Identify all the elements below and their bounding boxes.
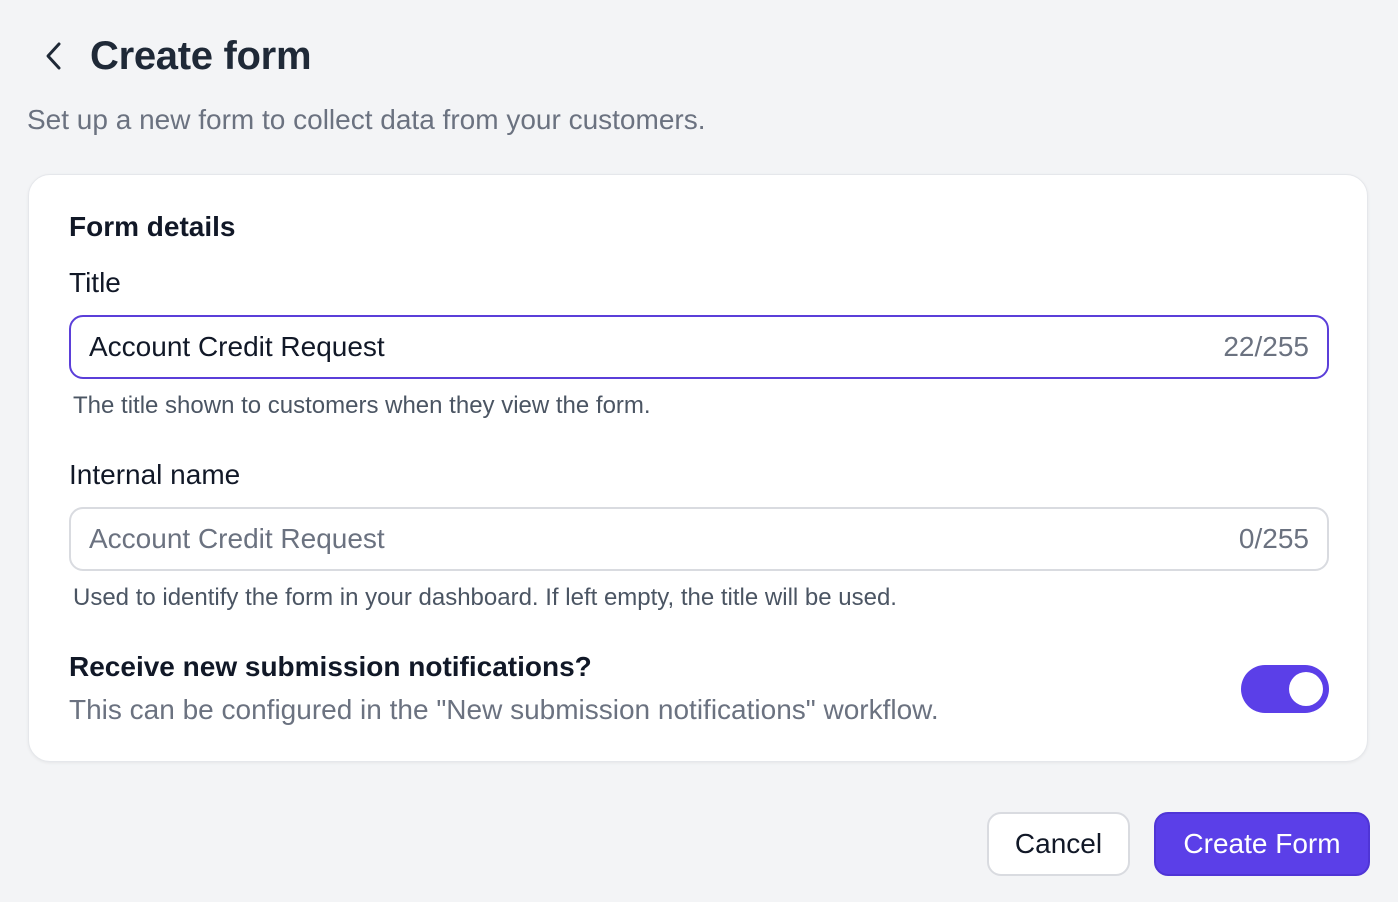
section-title: Form details [69,211,236,242]
cancel-button[interactable]: Cancel [987,812,1130,876]
title-field-label: Title [69,267,121,298]
internal-name-char-counter: 0/255 [1238,523,1309,554]
page-title: Create form [90,34,312,78]
title-char-counter: 22/255 [1223,331,1309,362]
create-form-button[interactable]: Create Form [1154,812,1370,876]
chevron-left-icon [46,42,61,70]
title-input[interactable] [89,331,1208,363]
internal-name-helper-text: Used to identify the form in your dashbo… [73,584,897,611]
title-helper-text: The title shown to customers when they v… [73,392,651,419]
page-header: Create form [36,30,312,82]
title-field: 22/255 [69,315,1329,379]
notifications-toggle[interactable] [1241,665,1329,713]
notifications-description: This can be configured in the "New submi… [69,694,939,725]
internal-name-input[interactable] [89,523,1223,555]
page-subtitle: Set up a new form to collect data from y… [27,104,706,135]
internal-name-label: Internal name [69,459,241,490]
form-details-card: Form details Title 22/255 The title show… [28,174,1368,762]
back-button[interactable] [36,30,72,82]
internal-name-field: 0/255 [69,507,1329,571]
notifications-title: Receive new submission notifications? [69,651,592,682]
toggle-knob [1289,672,1323,706]
